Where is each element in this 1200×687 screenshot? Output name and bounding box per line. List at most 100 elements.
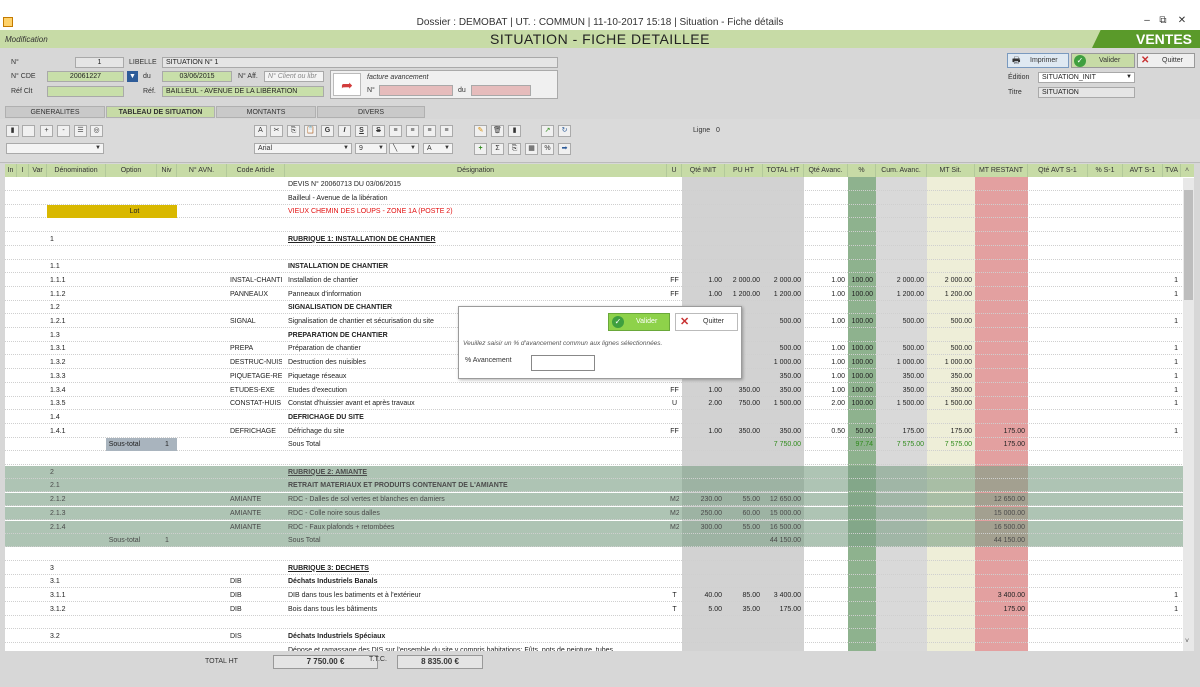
justify-icon[interactable]: ≡ (440, 125, 453, 137)
align-center-icon[interactable]: ≡ (406, 125, 419, 137)
table-row[interactable]: Bailleul - Avenue de la libération (5, 192, 1194, 205)
tool-icon[interactable] (22, 125, 35, 137)
list-icon[interactable]: ☰ (74, 125, 87, 137)
column-header[interactable]: PU HT (725, 164, 763, 177)
column-header[interactable]: MT RESTANT (975, 164, 1028, 177)
table-row[interactable] (5, 616, 1194, 630)
column-header[interactable]: I (17, 164, 29, 177)
add-row-icon[interactable]: + (40, 125, 53, 137)
column-header[interactable]: Qté Avanc. (804, 164, 848, 177)
libelle-field[interactable]: SITUATION N° 1 (162, 57, 558, 68)
table-row[interactable]: 1.3.4 ETUDES-EXE Etudes d'execution FF 1.00 3… (5, 384, 1194, 397)
add-icon[interactable]: + (474, 143, 487, 155)
table-row[interactable]: 1.4 DEFRICHAGE DU SITE (5, 411, 1194, 424)
strike-icon[interactable]: S (372, 125, 385, 137)
dialog-quit-button[interactable]: ✕ Quitter (675, 313, 738, 331)
table-row[interactable]: 1 RUBRIQUE 1: INSTALLATION DE CHANTIER (5, 233, 1194, 246)
underline-icon[interactable]: S (355, 125, 368, 137)
table-row[interactable]: 3.1.1 DIB DIB dans tous les batiments et à… (5, 589, 1194, 602)
print-button[interactable]: 🖶 Imprimer (1007, 53, 1069, 68)
table-row[interactable]: Sous-total 1 Sous Total 7 750.00 97.74 7 575.… (5, 438, 1194, 452)
arrow-right-icon[interactable]: ➡ (558, 143, 571, 155)
scroll-up-icon[interactable]: ˄ (1185, 167, 1189, 174)
line-color-select[interactable]: ╲ ▼ (389, 143, 419, 154)
scroll-down-icon[interactable]: ˅ (1185, 638, 1189, 645)
table-row[interactable]: 1.1.1 INSTAL-CHANTI Installation de chanti… (5, 274, 1194, 287)
dialog-validate-button[interactable]: ✓ Valider (608, 313, 670, 331)
table-row[interactable]: 2.1.2 AMIANTE RDC - Dalles de sol vertes e… (5, 493, 1194, 507)
table-row[interactable]: Lot VIEUX CHEMIN DES LOUPS - ZONE 1A (POS… (5, 205, 1194, 219)
table-row[interactable]: Sous-total 1 Sous Total 44 150.00 44 150.00 (5, 534, 1194, 548)
table-row[interactable]: 3.1 DIB Déchats Industriels Banals (5, 575, 1194, 589)
table-row[interactable]: 2.1.4 AMIANTE RDC - Faux plafonds + retomb… (5, 520, 1194, 534)
text-color-select[interactable]: A ▼ (423, 143, 453, 154)
avancement-input[interactable] (531, 355, 595, 371)
no-field[interactable]: 1 (75, 57, 124, 68)
table-row[interactable]: 1.1.2 PANNEAUX Panneaux d'information FF 1.0… (5, 288, 1194, 301)
column-header[interactable]: % S-1 (1088, 164, 1123, 177)
quit-button[interactable]: ✕ Quitter (1137, 53, 1195, 68)
style-select[interactable]: ▼ (6, 143, 104, 154)
column-header[interactable]: TOTAL HT (763, 164, 804, 177)
column-header[interactable]: Option (106, 164, 157, 177)
column-header[interactable]: MT Sit. (927, 164, 975, 177)
column-header[interactable]: U (667, 164, 682, 177)
brush-icon[interactable]: ✎ (474, 125, 487, 137)
ref-field[interactable]: BAILLEUL - AVENUE DE LA LIBÉRATION (162, 86, 324, 97)
table-row[interactable] (5, 247, 1194, 260)
du-field[interactable]: 03/06/2015 (162, 71, 232, 82)
font-select[interactable]: Arial ▼ (254, 143, 352, 154)
table-row[interactable]: 1.3.5 CONSTAT-HUIS Constat d'huissier avan… (5, 397, 1194, 411)
tool-icon[interactable]: ▮ (6, 125, 19, 137)
facture-du-field[interactable] (471, 85, 531, 96)
table-row[interactable] (5, 548, 1194, 561)
table-icon[interactable]: ▦ (525, 143, 538, 155)
sum-icon[interactable]: Σ (491, 143, 504, 155)
target-icon[interactable]: ◎ (90, 125, 103, 137)
column-header[interactable]: Niv (157, 164, 177, 177)
percent-icon[interactable]: % (541, 143, 554, 155)
column-header[interactable]: In (5, 164, 17, 177)
align-left-icon[interactable]: ≡ (389, 125, 402, 137)
bold-icon[interactable]: G (321, 125, 334, 137)
column-header[interactable]: N° AVN. (177, 164, 227, 177)
edition-select[interactable]: SITUATION_INIT ▼ (1038, 72, 1135, 83)
size-select[interactable]: 9 ▼ (355, 143, 387, 154)
tab-tableau-situation[interactable]: TABLEAU DE SITUATION (106, 106, 215, 118)
table-row[interactable]: 2 RUBRIQUE 2: AMIANTE (5, 465, 1194, 479)
paste-icon[interactable]: 📋 (304, 125, 317, 137)
format-icon[interactable]: A (254, 125, 267, 137)
table-row[interactable]: 1.4.1 DEFRICHAGE Défrichage du site FF 1.00 3… (5, 425, 1194, 438)
column-header[interactable]: Qté INIT (682, 164, 725, 177)
insert-icon[interactable]: ↗ (541, 125, 554, 137)
restore-icon[interactable]: ⧉ (1157, 15, 1169, 26)
italic-icon[interactable]: I (338, 125, 351, 137)
column-header[interactable]: Code Article (227, 164, 285, 177)
table-row[interactable]: 2.1.3 AMIANTE RDC - Colle noire sous dalle… (5, 506, 1194, 520)
table-row[interactable]: 3 RUBRIQUE 3: DECHETS (5, 562, 1194, 575)
table-row[interactable]: 3.1.2 DIB Bois dans tous les bâtiments T 5.0… (5, 603, 1194, 616)
tab-montants[interactable]: MONTANTS (216, 106, 316, 118)
table-row[interactable]: Dépose et ramassage des DIS sur l'ensemb… (5, 644, 1194, 651)
tab-divers[interactable]: DIVERS (317, 106, 425, 118)
close-icon[interactable]: ✕ (1176, 15, 1188, 26)
table-row[interactable]: 2.1 RETRAIT MATERIAUX ET PRODUITS CONTENA… (5, 479, 1194, 493)
tab-generalites[interactable]: GENERALITES (5, 106, 105, 118)
titre-field[interactable]: SITUATION (1038, 87, 1135, 98)
column-header[interactable]: Qté AVT S-1 (1028, 164, 1088, 177)
copy-icon[interactable]: ⎘ (287, 125, 300, 137)
delete-icon[interactable]: 🗑 (491, 125, 504, 137)
column-header[interactable]: Dénomination (47, 164, 106, 177)
column-header[interactable]: TVA (1163, 164, 1181, 177)
align-right-icon[interactable]: ≡ (423, 125, 436, 137)
table-row[interactable]: DEVIS N° 20060713 DU 03/06/2015 (5, 178, 1194, 191)
column-header[interactable]: AVT S-1 (1123, 164, 1163, 177)
redo-arrow-icon[interactable]: ➦ (333, 73, 361, 96)
column-header[interactable]: Cum. Avanc. (876, 164, 927, 177)
duplicate-icon[interactable]: ⎘ (508, 143, 521, 155)
table-row[interactable] (5, 452, 1194, 465)
remove-row-icon[interactable]: - (57, 125, 70, 137)
table-row[interactable] (5, 219, 1194, 233)
column-header[interactable]: Désignation (285, 164, 667, 177)
clear-icon[interactable]: ▮ (508, 125, 521, 137)
